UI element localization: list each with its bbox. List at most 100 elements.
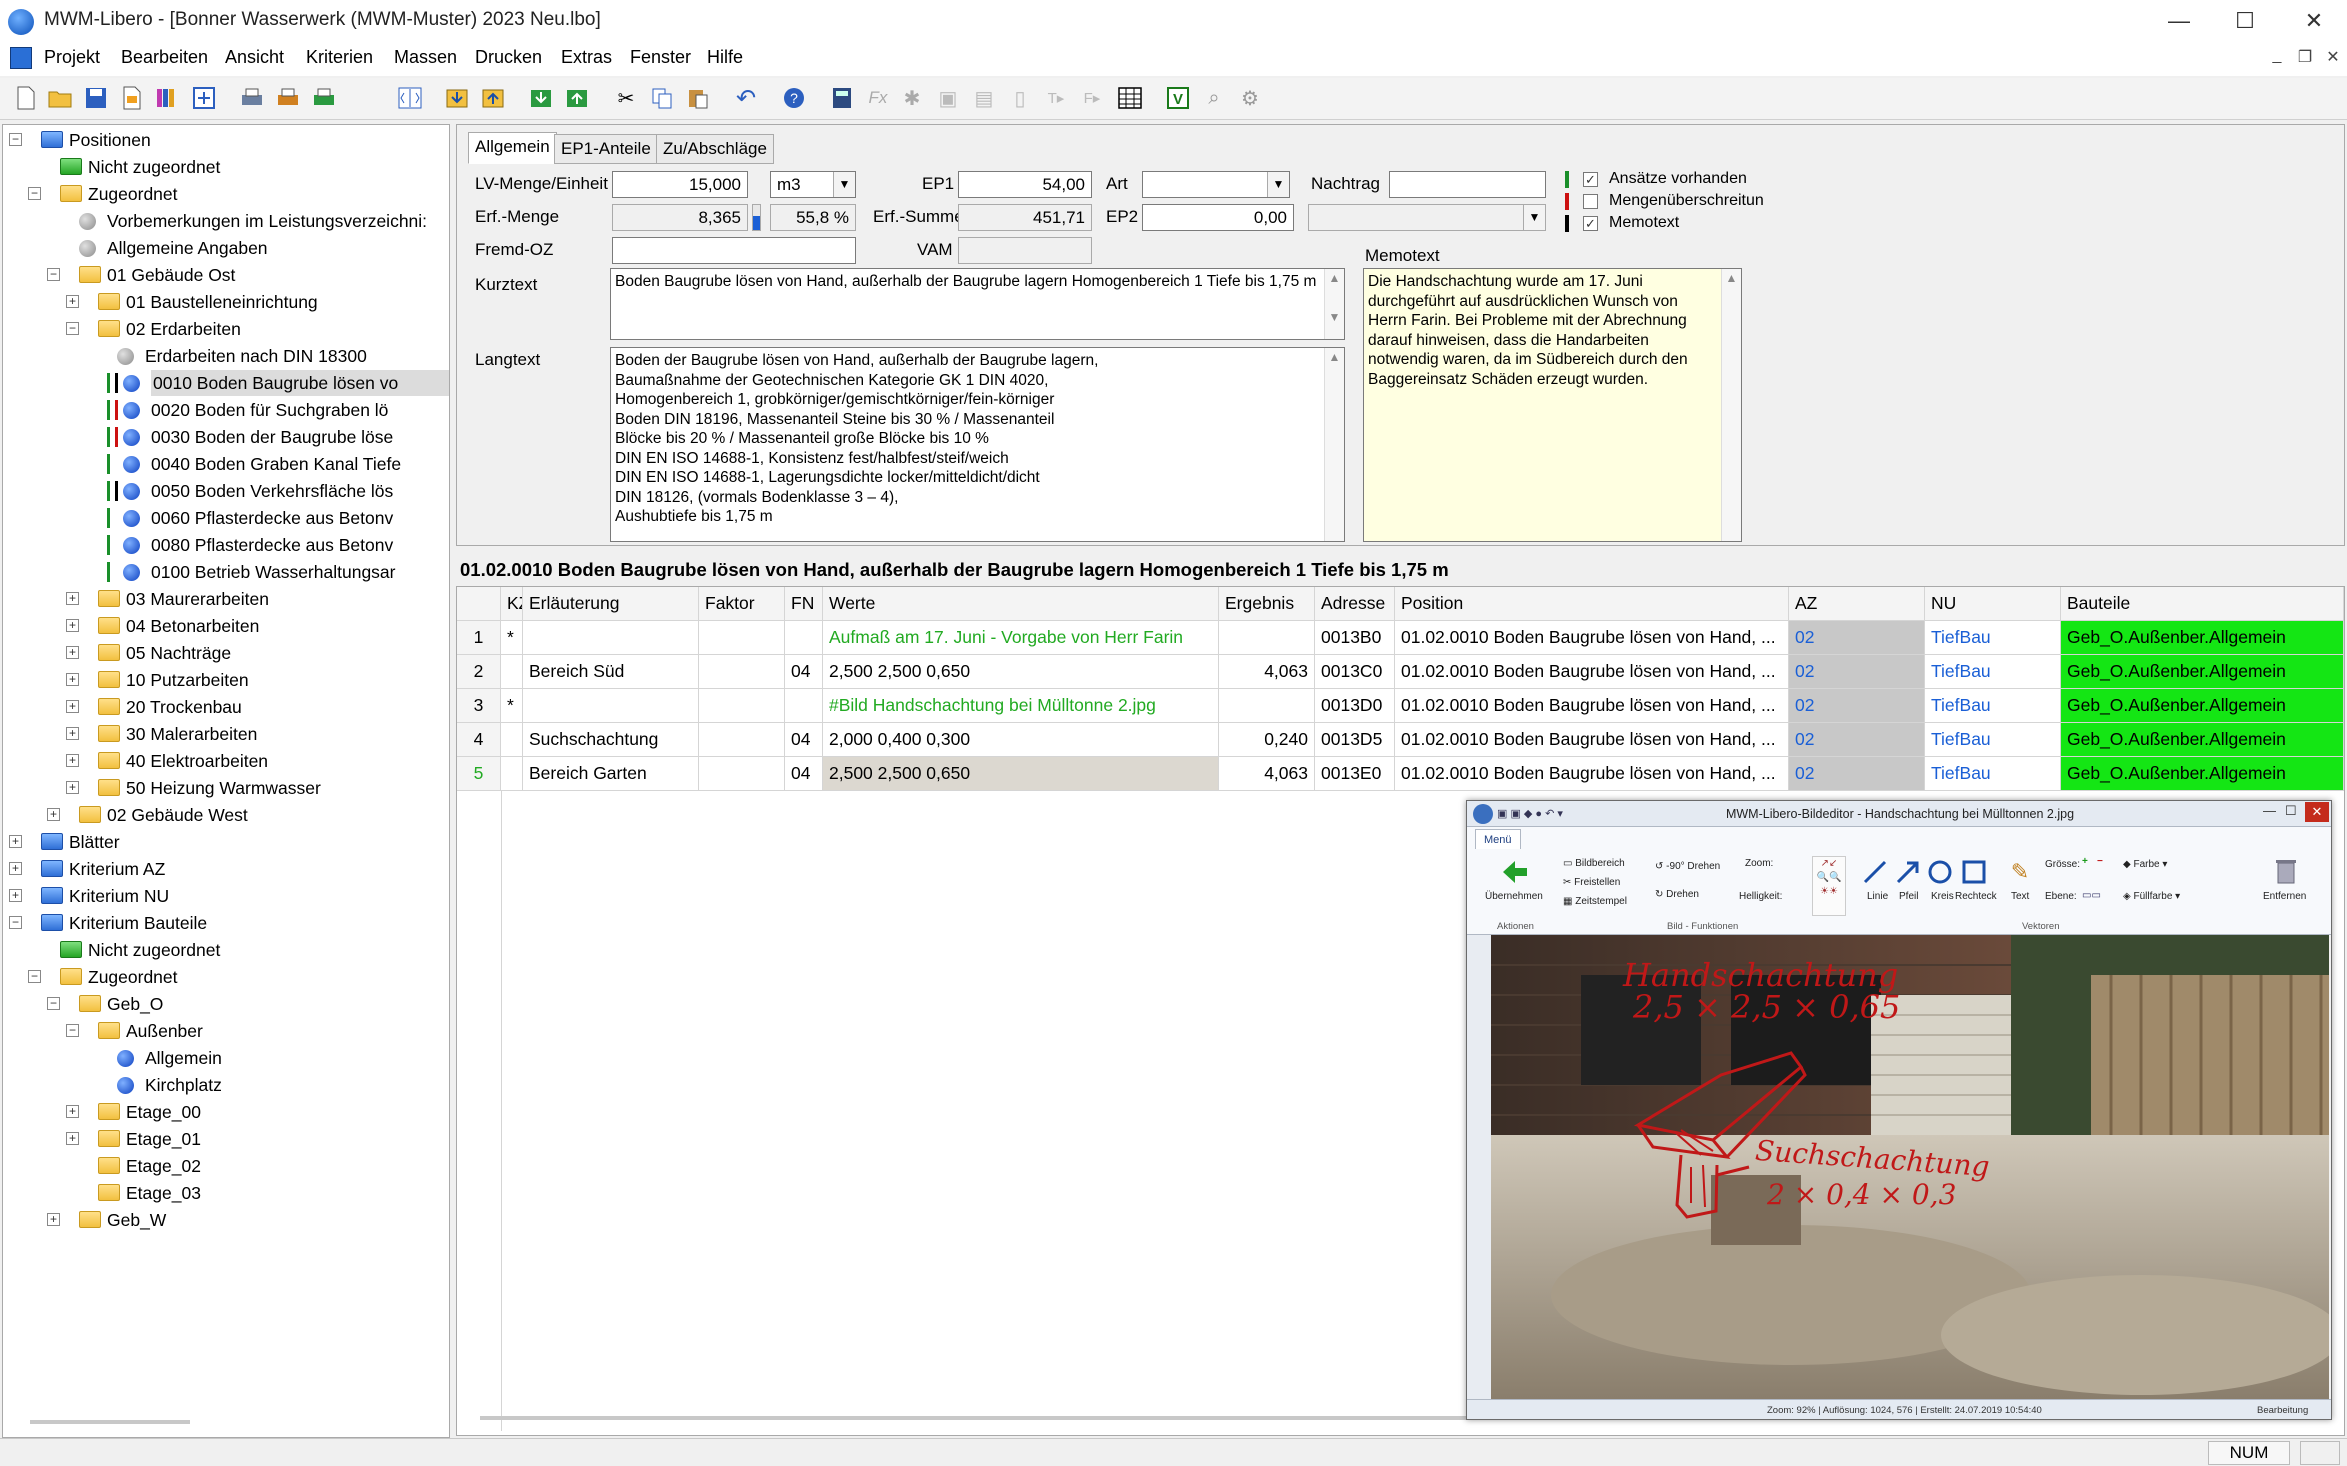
menu-fenster[interactable]: Fenster <box>630 47 691 68</box>
table-cell[interactable]: 04 <box>785 655 823 689</box>
size-increase-icon[interactable]: + <box>2082 856 2088 867</box>
table-cell[interactable]: 2,500 2,500 0,650 <box>823 655 1219 689</box>
tab-allgemein[interactable]: Allgemein <box>468 132 557 164</box>
rotate-left-button[interactable]: ↺ -90° Drehen <box>1655 861 1720 872</box>
tree-node[interactable]: Nicht zugeordnet <box>3 154 449 180</box>
table-cell[interactable] <box>501 757 523 791</box>
menu-extras[interactable]: Extras <box>561 47 612 68</box>
ep1-field[interactable]: 54,00 <box>958 171 1092 198</box>
table-cell[interactable] <box>501 655 523 689</box>
table-cell[interactable]: TiefBau <box>1925 723 2061 757</box>
tree-node[interactable]: + Kriterium AZ <box>3 856 449 882</box>
chevron-down-icon[interactable]: ▼ <box>1267 172 1289 197</box>
table-cell[interactable]: 4 <box>457 723 501 757</box>
langtext-area[interactable]: Boden der Baugrube lösen von Hand, außer… <box>610 347 1345 542</box>
collapse-icon[interactable]: − <box>66 322 79 335</box>
document-icon[interactable] <box>118 84 146 112</box>
collapse-icon[interactable]: − <box>28 970 41 983</box>
tree-node[interactable]: − Kriterium Bauteile <box>3 910 449 936</box>
tree-node[interactable]: +04 Betonarbeiten <box>3 613 449 639</box>
tree-horizontal-scrollbar[interactable] <box>30 1420 190 1424</box>
table-cell[interactable]: * <box>501 621 523 655</box>
tree-node[interactable]: 0080 Pflasterdecke aus Betonv <box>3 532 449 558</box>
menu-kriterien[interactable]: Kriterien <box>306 47 373 68</box>
new-file-icon[interactable] <box>12 84 40 112</box>
paste-icon[interactable] <box>684 84 712 112</box>
table-cell[interactable]: 02 <box>1789 757 1925 791</box>
menu-drucken[interactable]: Drucken <box>475 47 542 68</box>
table-cell[interactable] <box>699 757 785 791</box>
table-cell[interactable]: 3 <box>457 689 501 723</box>
tree-node[interactable]: 0020 Boden für Suchgraben lö <box>3 397 449 423</box>
copy-icon[interactable] <box>648 84 676 112</box>
tree-node[interactable]: + Geb_W <box>3 1207 449 1233</box>
collapse-icon[interactable]: − <box>47 997 60 1010</box>
langtext-scrollbar[interactable]: ▲ <box>1324 348 1344 541</box>
tree-node[interactable]: + Kriterium NU <box>3 883 449 909</box>
mdi-minimize-button[interactable]: _ <box>2264 47 2290 69</box>
table-cell[interactable]: 2,500 2,500 0,650 <box>823 757 1219 791</box>
expand-icon[interactable]: + <box>66 754 79 767</box>
table-cell[interactable] <box>699 621 785 655</box>
table-cell[interactable]: 02 <box>1789 655 1925 689</box>
undo-icon[interactable]: ↶ <box>732 84 760 112</box>
tree-node[interactable]: − Außenber <box>3 1018 449 1044</box>
expand-icon[interactable]: + <box>47 1213 60 1226</box>
tree-node[interactable]: − 02 Erdarbeiten <box>3 316 449 342</box>
table-cell[interactable]: 01.02.0010 Boden Baugrube lösen von Hand… <box>1395 723 1789 757</box>
blank-page-icon[interactable]: ▯ <box>1006 84 1034 112</box>
save-icon[interactable] <box>82 84 110 112</box>
tree-node[interactable]: +40 Elektroarbeiten <box>3 748 449 774</box>
table-cell[interactable]: #Bild Handschachtung bei Mülltonne 2.jpg <box>823 689 1219 723</box>
circle-tool-icon[interactable] <box>1927 859 1953 885</box>
table-cell[interactable]: 2,000 0,400 0,300 <box>823 723 1219 757</box>
minimize-button[interactable]: — <box>2146 0 2212 42</box>
expand-icon[interactable]: + <box>66 1132 79 1145</box>
rectangle-tool-icon[interactable] <box>1961 859 1987 885</box>
memotext-scrollbar[interactable]: ▲ <box>1721 269 1741 541</box>
table-cell[interactable] <box>699 655 785 689</box>
tree-node[interactable]: + Etage_01 <box>3 1126 449 1152</box>
grid-header-cell[interactable] <box>457 587 501 621</box>
grid-header-cell[interactable]: KZ <box>501 587 523 621</box>
grid-horizontal-scrollbar[interactable] <box>480 1416 1480 1420</box>
tree-node[interactable]: − Zugeordnet <box>3 181 449 207</box>
table-cell[interactable]: 0013E0 <box>1315 757 1395 791</box>
collapse-icon[interactable]: − <box>9 133 22 146</box>
table-cell[interactable]: Aufmaß am 17. Juni - Vorgabe von Herr Fa… <box>823 621 1219 655</box>
tree-node[interactable]: +10 Putzarbeiten <box>3 667 449 693</box>
trash-icon[interactable] <box>2273 857 2299 885</box>
insert-below-icon[interactable] <box>480 84 508 112</box>
line-tool-icon[interactable] <box>1862 859 1888 885</box>
tree-node[interactable]: + Blätter <box>3 829 449 855</box>
tree-node[interactable]: +20 Trockenbau <box>3 694 449 720</box>
tree-node[interactable]: − Positionen <box>3 127 449 153</box>
grid-header-cell[interactable]: Adresse <box>1315 587 1395 621</box>
table-cell[interactable]: 01.02.0010 Boden Baugrube lösen von Hand… <box>1395 689 1789 723</box>
move-up-icon[interactable] <box>564 84 592 112</box>
table-cell[interactable]: Geb_O.Außenber.Allgemein <box>2061 757 2344 791</box>
expand-icon[interactable]: + <box>47 808 60 821</box>
tree-node[interactable]: +05 Nachträge <box>3 640 449 666</box>
ep2-field[interactable]: 0,00 <box>1142 204 1294 231</box>
text-format-icon[interactable]: T▸ <box>1042 84 1070 112</box>
kurztext-scrollbar[interactable]: ▲ ▼ <box>1324 269 1344 339</box>
table-cell[interactable]: 0013B0 <box>1315 621 1395 655</box>
art-select[interactable]: ▼ <box>1142 171 1290 198</box>
grid-header-cell[interactable]: Werte <box>823 587 1219 621</box>
tree-node[interactable]: − Geb_O <box>3 991 449 1017</box>
tree-node[interactable]: Allgemeine Angaben <box>3 235 449 261</box>
expand-icon[interactable]: + <box>66 673 79 686</box>
tree-node[interactable]: Kirchplatz <box>3 1072 449 1098</box>
table-cell[interactable]: 02 <box>1789 723 1925 757</box>
table-cell[interactable]: 5 <box>457 757 501 791</box>
accept-arrow-icon[interactable] <box>1501 859 1529 885</box>
table-cell[interactable]: TiefBau <box>1925 655 2061 689</box>
menu-bearbeiten[interactable]: Bearbeiten <box>121 47 208 68</box>
expand-icon[interactable]: + <box>66 1105 79 1118</box>
tab-ep1-anteile[interactable]: EP1-Anteile <box>554 134 658 164</box>
menu-hilfe[interactable]: Hilfe <box>707 47 743 68</box>
table-cell[interactable]: Geb_O.Außenber.Allgemein <box>2061 689 2344 723</box>
print-icon[interactable] <box>238 84 266 112</box>
nachtrag-field[interactable] <box>1389 171 1546 198</box>
